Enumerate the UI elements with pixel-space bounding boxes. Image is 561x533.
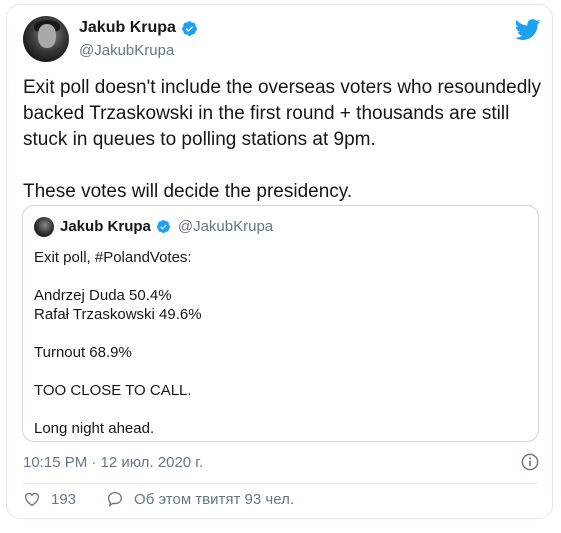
quoted-verified-badge-icon: [156, 219, 170, 234]
heart-icon: [24, 492, 40, 507]
tweet-timestamp[interactable]: 10:15 PM · 12 июл. 2020 г.: [23, 454, 203, 471]
info-icon[interactable]: [521, 453, 539, 471]
verified-badge-icon: [181, 20, 197, 36]
quoted-author-handle: @JakubKrupa: [177, 218, 274, 235]
twitter-bird-icon[interactable]: [515, 19, 541, 41]
quoted-tweet-text: Exit poll, #PolandVotes: Andrzej Duda 50…: [34, 249, 202, 437]
like-count: 193: [51, 490, 77, 508]
speech-bubble-icon: [107, 491, 123, 507]
author-handle[interactable]: @JakubKrupa: [79, 42, 174, 59]
avatar-face: [38, 24, 56, 48]
actions-divider: [23, 483, 538, 484]
talking-about-text: Об этом твитят 93 чел.: [134, 490, 294, 508]
quoted-tweet-header: Jakub Krupa @JakubKrupa: [60, 218, 273, 235]
author-avatar[interactable]: [23, 16, 69, 62]
quoted-tweet[interactable]: Jakub Krupa @JakubKrupa Exit poll, #Pola…: [22, 205, 539, 442]
quoted-author-name: Jakub Krupa: [60, 218, 151, 235]
like-button[interactable]: 193: [23, 490, 76, 508]
tweet-actions: 193 Об этом твитят 93 чел.: [23, 490, 294, 508]
author-name-row[interactable]: Jakub Krupa: [79, 19, 198, 37]
author-name[interactable]: Jakub Krupa: [79, 19, 176, 37]
talking-about-button[interactable]: Об этом твитят 93 чел.: [106, 490, 294, 508]
tweet-card[interactable]: Jakub Krupa @JakubKrupa Exit poll doesn'…: [6, 4, 553, 519]
quoted-author-avatar: [34, 217, 54, 237]
tweet-text: Exit poll doesn't include the overseas v…: [23, 77, 541, 202]
